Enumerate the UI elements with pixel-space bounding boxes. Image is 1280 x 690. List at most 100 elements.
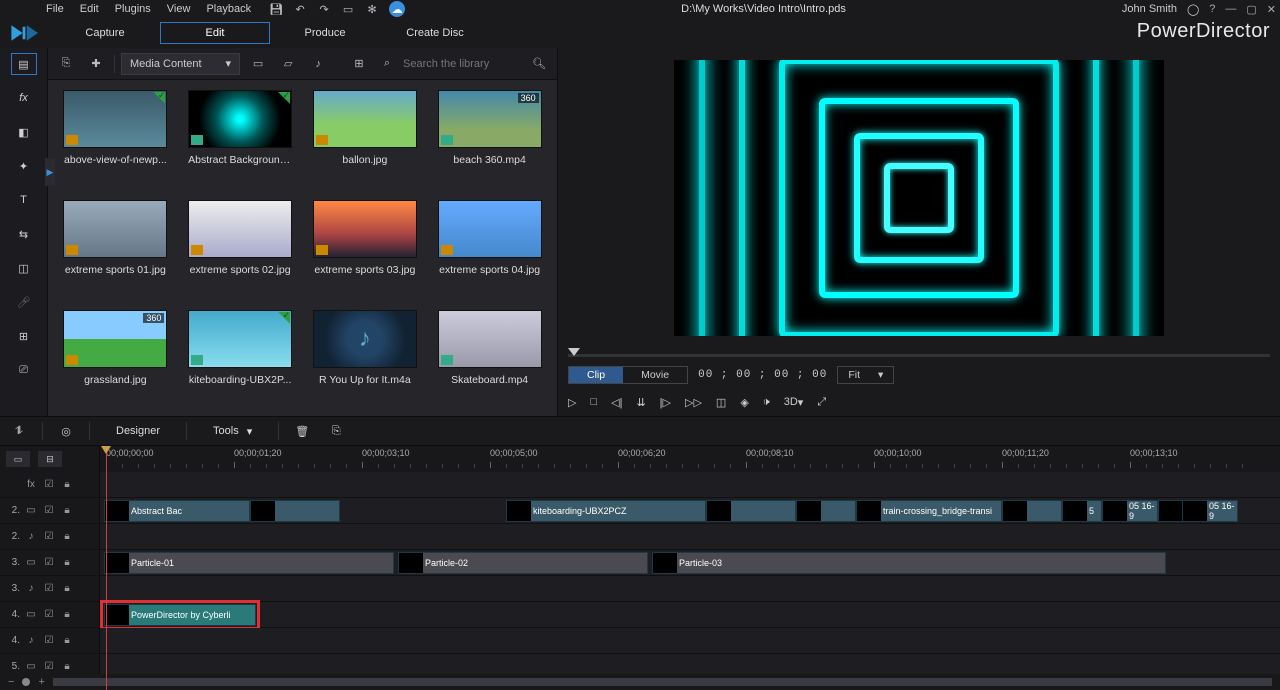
marker-icon[interactable]: ◎ bbox=[55, 421, 77, 441]
timeline-clip[interactable] bbox=[706, 500, 796, 522]
user-name[interactable]: John Smith bbox=[1122, 3, 1177, 15]
undock-icon[interactable]: ⤢ bbox=[817, 396, 826, 409]
media-item[interactable]: ballon.jpg bbox=[306, 90, 425, 186]
timeline-clip[interactable]: Particle-02 bbox=[398, 552, 648, 574]
track-lock-icon[interactable]: 🔒︎ bbox=[60, 609, 74, 620]
close-icon[interactable]: ✕ bbox=[1267, 3, 1276, 16]
more-icon[interactable]: ⎘ bbox=[325, 421, 347, 441]
timeline-clip[interactable]: Particle-01 bbox=[104, 552, 394, 574]
rail-media-icon[interactable]: ▤ bbox=[12, 54, 36, 74]
track-visible-icon[interactable]: ☑ bbox=[42, 479, 56, 490]
track-visible-icon[interactable]: ☑ bbox=[42, 557, 56, 568]
track-lock-icon[interactable]: 🔒︎ bbox=[60, 531, 74, 542]
media-item[interactable]: extreme sports 04.jpg bbox=[430, 200, 549, 296]
search-input[interactable] bbox=[403, 58, 523, 70]
timeline-clip[interactable] bbox=[796, 500, 856, 522]
media-item[interactable]: extreme sports 01.jpg bbox=[56, 200, 175, 296]
media-item[interactable]: above-view-of-newp... bbox=[56, 90, 175, 186]
rail-audio-icon[interactable]: ◫ bbox=[12, 258, 36, 278]
step-icon[interactable]: ⇊ bbox=[636, 396, 645, 409]
plugin-icon[interactable]: ✚ bbox=[84, 53, 108, 75]
track-lane[interactable] bbox=[100, 654, 1280, 674]
track-visible-icon[interactable]: ☑ bbox=[42, 635, 56, 646]
timeline-clip[interactable] bbox=[1002, 500, 1062, 522]
menu-plugins[interactable]: Plugins bbox=[115, 3, 151, 15]
cloud-icon[interactable]: ☁ bbox=[389, 1, 405, 17]
mode-movie[interactable]: Movie bbox=[623, 367, 687, 383]
trash-icon[interactable]: 🗑︎ bbox=[291, 421, 313, 441]
track-mode-a[interactable]: ▭ bbox=[6, 451, 30, 467]
track-lane[interactable]: PowerDirector by Cyberli bbox=[100, 602, 1280, 627]
media-item[interactable]: 360grassland.jpg bbox=[56, 310, 175, 406]
zoom-out-icon[interactable]: − bbox=[8, 676, 14, 688]
zoom-fit-dropdown[interactable]: Fit▾ bbox=[837, 366, 894, 384]
fast-forward-icon[interactable]: ▷▷ bbox=[685, 396, 702, 409]
track-lock-icon[interactable]: 🔒︎ bbox=[60, 557, 74, 568]
filter-image-icon[interactable]: ▱ bbox=[276, 53, 300, 75]
media-item[interactable]: extreme sports 02.jpg bbox=[181, 200, 300, 296]
rail-subtitle-icon[interactable]: ⎚ bbox=[12, 360, 36, 380]
ratio-icon[interactable]: ▭ bbox=[341, 2, 355, 16]
rail-transition-icon[interactable]: ⇆ bbox=[12, 224, 36, 244]
mode-clip[interactable]: Clip bbox=[569, 367, 623, 383]
track-lock-icon[interactable]: 🔒︎ bbox=[60, 583, 74, 594]
search-go-icon[interactable]: 🔍︎ bbox=[527, 53, 551, 75]
prev-frame-icon[interactable]: ◁| bbox=[611, 396, 622, 409]
tab-edit[interactable]: Edit bbox=[160, 22, 270, 44]
next-frame-icon[interactable]: |▷ bbox=[660, 396, 671, 409]
timeline-clip[interactable]: Particle-03 bbox=[652, 552, 1166, 574]
media-item[interactable]: Abstract Background... bbox=[181, 90, 300, 186]
media-item[interactable]: ♪R You Up for It.m4a bbox=[306, 310, 425, 406]
import-icon[interactable]: ⎘ bbox=[54, 53, 78, 75]
zoom-in-icon[interactable]: + bbox=[38, 676, 44, 688]
rail-pip-icon[interactable]: ◧ bbox=[12, 122, 36, 142]
filter-audio-icon[interactable]: ♪ bbox=[306, 53, 330, 75]
user-icon[interactable]: ◯ bbox=[1187, 3, 1199, 16]
tab-produce[interactable]: Produce bbox=[270, 22, 380, 44]
stop-icon[interactable]: □ bbox=[590, 396, 597, 408]
track-visible-icon[interactable]: ☑ bbox=[42, 505, 56, 516]
track-visible-icon[interactable]: ☑ bbox=[42, 609, 56, 620]
loop-icon[interactable]: ◈ bbox=[740, 396, 748, 409]
designer-button[interactable]: Designer bbox=[102, 421, 174, 441]
track-lane[interactable] bbox=[100, 524, 1280, 549]
tab-create-disc[interactable]: Create Disc bbox=[380, 22, 490, 44]
snapshot-icon[interactable]: ◫ bbox=[716, 396, 726, 409]
media-item[interactable]: 360beach 360.mp4 bbox=[430, 90, 549, 186]
menu-view[interactable]: View bbox=[167, 3, 191, 15]
media-item[interactable]: Skateboard.mp4 bbox=[430, 310, 549, 406]
timeline-clip[interactable]: PowerDirector by Cyberli bbox=[104, 604, 256, 626]
tab-capture[interactable]: Capture bbox=[50, 22, 160, 44]
3d-toggle[interactable]: 3D ▾ bbox=[784, 396, 804, 409]
split-icon[interactable]: ⥮ bbox=[8, 421, 30, 441]
timeline-clip[interactable]: 05 16-9 bbox=[1102, 500, 1158, 522]
track-lock-icon[interactable]: 🔒︎ bbox=[60, 505, 74, 516]
timeline-playhead[interactable] bbox=[106, 446, 107, 690]
menu-file[interactable]: File bbox=[46, 3, 64, 15]
media-item[interactable]: kiteboarding-UBX2P... bbox=[181, 310, 300, 406]
track-visible-icon[interactable]: ☑ bbox=[42, 583, 56, 594]
help-icon[interactable]: ? bbox=[1209, 3, 1215, 15]
menu-playback[interactable]: Playback bbox=[206, 3, 251, 15]
undo-icon[interactable]: ↶ bbox=[293, 2, 307, 16]
tools-button[interactable]: Tools▾ bbox=[199, 421, 266, 441]
playhead-icon[interactable] bbox=[568, 348, 580, 356]
timeline-clip[interactable]: kiteboarding-UBX2PCZ bbox=[506, 500, 706, 522]
save-icon[interactable]: 💾︎ bbox=[269, 2, 283, 16]
library-filter-dropdown[interactable]: Media Content▾ bbox=[121, 53, 240, 75]
timeline-clip[interactable] bbox=[250, 500, 340, 522]
view-grid-icon[interactable]: ⊞ bbox=[347, 53, 371, 75]
track-lane[interactable]: Abstract Backiteboarding-UBX2PCZtrain-cr… bbox=[100, 498, 1280, 523]
preview-mode-toggle[interactable]: Clip Movie bbox=[568, 366, 688, 384]
track-lane[interactable]: Particle-01Particle-02Particle-03 bbox=[100, 550, 1280, 575]
timeline-clip[interactable]: 5 bbox=[1062, 500, 1102, 522]
scrub-bar[interactable] bbox=[568, 354, 1270, 357]
track-lane[interactable] bbox=[100, 576, 1280, 601]
filter-video-icon[interactable]: ▭ bbox=[246, 53, 270, 75]
track-visible-icon[interactable]: ☑ bbox=[42, 661, 56, 672]
redo-icon[interactable]: ↷ bbox=[317, 2, 331, 16]
track-lock-icon[interactable]: 🔒︎ bbox=[60, 479, 74, 490]
timeline-clip[interactable]: train-crossing_bridge-transi bbox=[856, 500, 1002, 522]
rail-particle-icon[interactable]: ✦ bbox=[12, 156, 36, 176]
track-lock-icon[interactable]: 🔒︎ bbox=[60, 661, 74, 672]
